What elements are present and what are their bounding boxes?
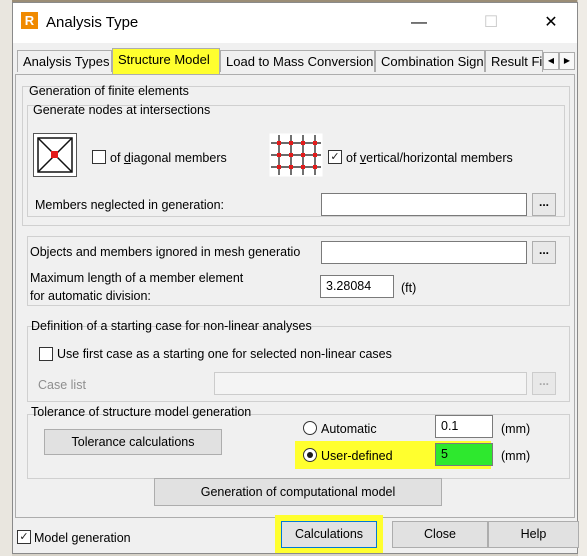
structure-model-pane: Generation of finite elements Generate n…: [15, 74, 575, 518]
diagonal-members-checkbox[interactable]: [92, 150, 106, 164]
nonlinear-title: Definition of a starting case for non-li…: [31, 319, 312, 333]
max-length-label-line1: Maximum length of a member element: [30, 271, 244, 285]
automatic-label: Automatic: [321, 422, 377, 436]
automatic-tolerance-input[interactable]: 0.1: [435, 415, 493, 438]
app-icon: R: [21, 12, 38, 29]
case-list-input: [214, 372, 527, 395]
user-defined-tolerance-input[interactable]: 5: [435, 443, 493, 466]
vertical-horizontal-members-label: of vertical/horizontal members: [346, 151, 513, 165]
use-first-case-label: Use first case as a starting one for sel…: [57, 347, 392, 361]
tab-strip: Analysis Types Structure Model Load to M…: [13, 48, 577, 74]
tolerance-title: Tolerance of structure model generation: [31, 405, 252, 419]
close-window-button[interactable]: ✕: [529, 6, 573, 40]
user-defined-unit: (mm): [501, 449, 531, 463]
nodes-generation-title: Generate nodes at intersections: [33, 103, 211, 117]
members-neglected-browse-button[interactable]: ...: [532, 193, 556, 216]
tab-scroll-left-button[interactable]: ◀: [543, 52, 559, 70]
help-button[interactable]: Help: [488, 521, 579, 548]
minimize-button[interactable]: —: [397, 6, 441, 40]
max-length-unit: (ft): [401, 281, 417, 295]
case-list-browse-button: ...: [532, 372, 556, 395]
ignored-objects-label: Objects and members ignored in mesh gene…: [30, 245, 301, 259]
diagonal-members-label: of diagonal members: [110, 151, 227, 165]
tab-combination-sign[interactable]: Combination Sign: [375, 50, 485, 72]
user-defined-label: User-defined: [321, 449, 393, 463]
automatic-unit: (mm): [501, 422, 531, 436]
members-neglected-input[interactable]: [321, 193, 527, 216]
members-neglected-label: Members neglected in generation:: [35, 198, 225, 212]
automatic-radio[interactable]: [303, 421, 317, 435]
tab-structure-model[interactable]: Structure Model: [112, 48, 220, 74]
max-length-input[interactable]: 3.28084: [320, 275, 394, 298]
model-generation-checkbox[interactable]: ✓: [17, 530, 31, 544]
generate-model-button[interactable]: Generation of computational model: [154, 478, 442, 506]
title-bar: R Analysis Type — ☐ ✕: [13, 3, 577, 43]
case-list-label: Case list: [38, 378, 86, 392]
use-first-case-checkbox[interactable]: [39, 347, 53, 361]
calculations-button[interactable]: Calculations: [281, 521, 377, 548]
analysis-type-dialog: R Analysis Type — ☐ ✕ Analysis Types Str…: [12, 2, 579, 554]
window-title: Analysis Type: [46, 14, 139, 31]
tolerance-calculations-button[interactable]: Tolerance calculations: [44, 429, 222, 455]
diagonal-intersection-icon: [33, 133, 77, 177]
maximize-button: ☐: [483, 14, 499, 31]
tab-scroll-right-button[interactable]: ▶: [559, 52, 575, 70]
model-generation-label: Model generation: [34, 531, 131, 545]
ignored-objects-browse-button[interactable]: ...: [532, 241, 556, 264]
user-defined-radio[interactable]: [303, 448, 317, 462]
background-app-left: [0, 0, 12, 556]
tab-load-to-mass-conversion[interactable]: Load to Mass Conversion: [220, 50, 375, 72]
background-app-right: [577, 0, 587, 556]
tab-analysis-types[interactable]: Analysis Types: [17, 50, 112, 72]
vertical-horizontal-members-checkbox[interactable]: ✓: [328, 150, 342, 164]
tab-result-files[interactable]: Result Fi: [485, 50, 543, 72]
close-button[interactable]: Close: [392, 521, 488, 548]
ignored-objects-input[interactable]: [321, 241, 527, 264]
max-length-label-line2: for automatic division:: [30, 289, 151, 303]
grid-intersection-icon: [269, 133, 323, 177]
fe-generation-title: Generation of finite elements: [29, 84, 189, 98]
